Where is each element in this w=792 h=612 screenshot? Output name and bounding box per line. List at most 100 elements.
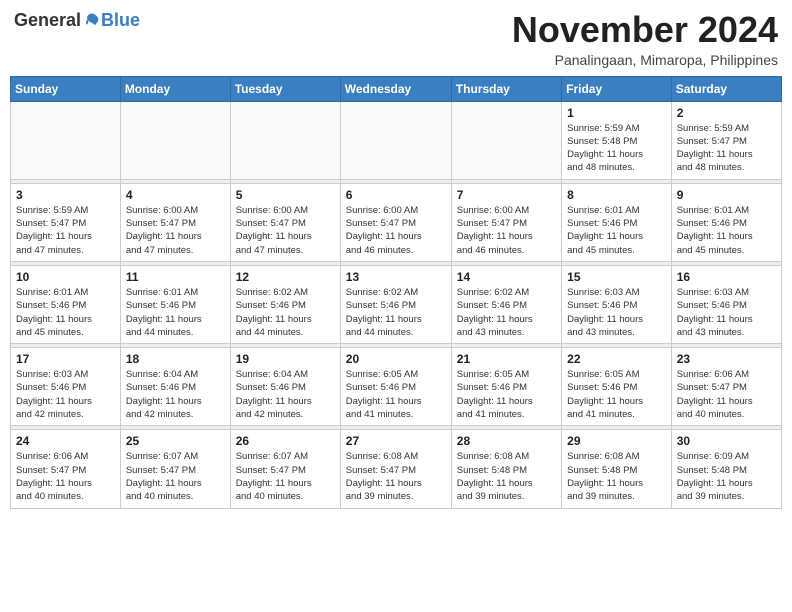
calendar-cell: 2 Sunrise: 5:59 AMSunset: 5:47 PMDaylight… — [671, 101, 781, 179]
location: Panalingaan, Mimaropa, Philippines — [512, 52, 778, 68]
day-info: Sunrise: 6:02 AMSunset: 5:46 PMDaylight:… — [346, 286, 446, 339]
day-number: 16 — [677, 270, 776, 284]
day-number: 15 — [567, 270, 666, 284]
day-number: 22 — [567, 352, 666, 366]
calendar-cell — [120, 101, 230, 179]
day-number: 24 — [16, 434, 115, 448]
day-number: 7 — [457, 188, 556, 202]
day-info: Sunrise: 6:00 AMSunset: 5:47 PMDaylight:… — [457, 204, 556, 257]
calendar-cell: 19 Sunrise: 6:04 AMSunset: 5:46 PMDayligh… — [230, 348, 340, 426]
day-info: Sunrise: 6:01 AMSunset: 5:46 PMDaylight:… — [126, 286, 225, 339]
calendar-header-monday: Monday — [120, 76, 230, 101]
calendar-cell: 10 Sunrise: 6:01 AMSunset: 5:46 PMDayligh… — [11, 265, 121, 343]
day-info: Sunrise: 6:02 AMSunset: 5:46 PMDaylight:… — [236, 286, 335, 339]
calendar-cell: 11 Sunrise: 6:01 AMSunset: 5:46 PMDayligh… — [120, 265, 230, 343]
calendar-cell: 16 Sunrise: 6:03 AMSunset: 5:46 PMDayligh… — [671, 265, 781, 343]
calendar-cell — [451, 101, 561, 179]
day-info: Sunrise: 6:00 AMSunset: 5:47 PMDaylight:… — [236, 204, 335, 257]
calendar-cell: 12 Sunrise: 6:02 AMSunset: 5:46 PMDayligh… — [230, 265, 340, 343]
day-info: Sunrise: 6:03 AMSunset: 5:46 PMDaylight:… — [567, 286, 666, 339]
day-info: Sunrise: 6:04 AMSunset: 5:46 PMDaylight:… — [236, 368, 335, 421]
calendar-cell: 4 Sunrise: 6:00 AMSunset: 5:47 PMDaylight… — [120, 183, 230, 261]
calendar-cell: 7 Sunrise: 6:00 AMSunset: 5:47 PMDaylight… — [451, 183, 561, 261]
day-info: Sunrise: 6:03 AMSunset: 5:46 PMDaylight:… — [677, 286, 776, 339]
calendar-cell: 26Sunrise: 6:07 AMSunset: 5:47 PMDayligh… — [230, 430, 340, 508]
day-info: Sunrise: 6:01 AMSunset: 5:46 PMDaylight:… — [677, 204, 776, 257]
day-number: 9 — [677, 188, 776, 202]
title-block: November 2024 Panalingaan, Mimaropa, Phi… — [512, 10, 778, 68]
day-number: 27 — [346, 434, 446, 448]
calendar-week-row: 24 Sunrise: 6:06 AMSunset: 5:47 PMDayligh… — [11, 430, 782, 508]
day-info: Sunrise: 5:59 AMSunset: 5:47 PMDaylight:… — [677, 122, 776, 175]
calendar-cell: 8 Sunrise: 6:01 AMSunset: 5:46 PMDaylight… — [562, 183, 672, 261]
day-number: 1 — [567, 106, 666, 120]
day-number: 11 — [126, 270, 225, 284]
calendar-header-wednesday: Wednesday — [340, 76, 451, 101]
day-number: 18 — [126, 352, 225, 366]
day-info: Sunrise: 6:03 AMSunset: 5:46 PMDaylight:… — [16, 368, 115, 421]
day-info: Sunrise: 6:09 AMSunset: 5:48 PMDaylight:… — [677, 450, 776, 503]
calendar-header-sunday: Sunday — [11, 76, 121, 101]
day-number: 19 — [236, 352, 335, 366]
day-info: Sunrise: 6:06 AMSunset: 5:47 PMDaylight:… — [677, 368, 776, 421]
day-info: Sunrise: 6:08 AMSunset: 5:47 PMDaylight:… — [346, 450, 446, 503]
day-number: 3 — [16, 188, 115, 202]
calendar-header-saturday: Saturday — [671, 76, 781, 101]
day-number: 12 — [236, 270, 335, 284]
calendar-cell: 3 Sunrise: 5:59 AMSunset: 5:47 PMDaylight… — [11, 183, 121, 261]
day-number: 17 — [16, 352, 115, 366]
page-header: General Blue November 2024 Panalingaan, … — [10, 10, 782, 68]
day-number: 29 — [567, 434, 666, 448]
calendar-cell: 30Sunrise: 6:09 AMSunset: 5:48 PMDayligh… — [671, 430, 781, 508]
day-info: Sunrise: 6:01 AMSunset: 5:46 PMDaylight:… — [16, 286, 115, 339]
day-number: 5 — [236, 188, 335, 202]
calendar-header-tuesday: Tuesday — [230, 76, 340, 101]
calendar-cell: 14Sunrise: 6:02 AMSunset: 5:46 PMDayligh… — [451, 265, 561, 343]
month-title: November 2024 — [512, 10, 778, 50]
calendar-cell: 20 Sunrise: 6:05 AMSunset: 5:46 PMDayligh… — [340, 348, 451, 426]
day-info: Sunrise: 6:05 AMSunset: 5:46 PMDaylight:… — [567, 368, 666, 421]
day-info: Sunrise: 6:05 AMSunset: 5:46 PMDaylight:… — [346, 368, 446, 421]
day-number: 25 — [126, 434, 225, 448]
day-info: Sunrise: 5:59 AMSunset: 5:48 PMDaylight:… — [567, 122, 666, 175]
calendar-week-row: 10 Sunrise: 6:01 AMSunset: 5:46 PMDayligh… — [11, 265, 782, 343]
calendar-cell: 21 Sunrise: 6:05 AMSunset: 5:46 PMDayligh… — [451, 348, 561, 426]
day-info: Sunrise: 6:01 AMSunset: 5:46 PMDaylight:… — [567, 204, 666, 257]
day-info: Sunrise: 6:07 AMSunset: 5:47 PMDaylight:… — [126, 450, 225, 503]
calendar-header-friday: Friday — [562, 76, 672, 101]
day-number: 13 — [346, 270, 446, 284]
calendar-cell — [11, 101, 121, 179]
calendar-cell — [230, 101, 340, 179]
day-number: 4 — [126, 188, 225, 202]
day-info: Sunrise: 5:59 AMSunset: 5:47 PMDaylight:… — [16, 204, 115, 257]
day-number: 2 — [677, 106, 776, 120]
calendar-table: SundayMondayTuesdayWednesdayThursdayFrid… — [10, 76, 782, 509]
day-number: 23 — [677, 352, 776, 366]
calendar-week-row: 17 Sunrise: 6:03 AMSunset: 5:46 PMDayligh… — [11, 348, 782, 426]
logo-bird-icon — [83, 12, 101, 30]
calendar-cell: 24 Sunrise: 6:06 AMSunset: 5:47 PMDayligh… — [11, 430, 121, 508]
day-number: 8 — [567, 188, 666, 202]
calendar-header-thursday: Thursday — [451, 76, 561, 101]
day-number: 6 — [346, 188, 446, 202]
day-info: Sunrise: 6:00 AMSunset: 5:47 PMDaylight:… — [346, 204, 446, 257]
calendar-cell: 28Sunrise: 6:08 AMSunset: 5:48 PMDayligh… — [451, 430, 561, 508]
calendar-cell: 9 Sunrise: 6:01 AMSunset: 5:46 PMDaylight… — [671, 183, 781, 261]
calendar-cell: 18 Sunrise: 6:04 AMSunset: 5:46 PMDayligh… — [120, 348, 230, 426]
logo: General Blue — [14, 10, 140, 31]
calendar-cell: 6 Sunrise: 6:00 AMSunset: 5:47 PMDaylight… — [340, 183, 451, 261]
day-number: 21 — [457, 352, 556, 366]
calendar-cell: 27 Sunrise: 6:08 AMSunset: 5:47 PMDayligh… — [340, 430, 451, 508]
day-info: Sunrise: 6:07 AMSunset: 5:47 PMDaylight:… — [236, 450, 335, 503]
calendar-cell: 17 Sunrise: 6:03 AMSunset: 5:46 PMDayligh… — [11, 348, 121, 426]
logo-general-text: General — [14, 10, 81, 31]
day-info: Sunrise: 6:00 AMSunset: 5:47 PMDaylight:… — [126, 204, 225, 257]
day-info: Sunrise: 6:05 AMSunset: 5:46 PMDaylight:… — [457, 368, 556, 421]
day-number: 20 — [346, 352, 446, 366]
day-number: 10 — [16, 270, 115, 284]
day-info: Sunrise: 6:02 AMSunset: 5:46 PMDaylight:… — [457, 286, 556, 339]
day-info: Sunrise: 6:06 AMSunset: 5:47 PMDaylight:… — [16, 450, 115, 503]
calendar-cell: 5 Sunrise: 6:00 AMSunset: 5:47 PMDaylight… — [230, 183, 340, 261]
day-info: Sunrise: 6:04 AMSunset: 5:46 PMDaylight:… — [126, 368, 225, 421]
calendar-cell: 29Sunrise: 6:08 AMSunset: 5:48 PMDayligh… — [562, 430, 672, 508]
